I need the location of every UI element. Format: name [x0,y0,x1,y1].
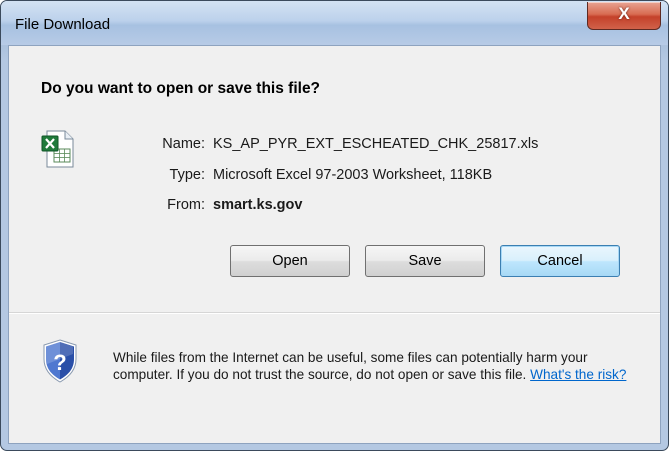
section-divider [9,312,660,314]
excel-file-icon [41,130,74,168]
type-label: Type: [169,167,205,183]
file-name-value: KS_AP_PYR_EXT_ESCHEATED_CHK_25817.xls [213,136,539,152]
file-download-dialog: File Download X Do you want to open or s… [0,0,669,451]
close-button[interactable]: X [587,2,661,30]
security-warning-text: While files from the Internet can be use… [113,349,633,383]
from-label: From: [167,197,205,213]
title-bar[interactable]: File Download X [1,1,668,45]
file-type-value: Microsoft Excel 97-2003 Worksheet, 118KB [213,167,493,183]
cancel-button[interactable]: Cancel [500,245,620,277]
name-label: Name: [162,136,205,152]
warning-message: While files from the Internet can be use… [113,350,588,382]
svg-text:?: ? [53,350,66,375]
whats-the-risk-link[interactable]: What's the risk? [530,367,626,382]
window-title: File Download [15,16,111,33]
close-icon: X [618,4,630,23]
dialog-heading: Do you want to open or save this file? [41,80,321,97]
save-button[interactable]: Save [365,245,485,277]
dialog-body: Do you want to open or save this file? N… [8,45,661,444]
shield-question-icon: ? [43,339,77,383]
open-button[interactable]: Open [230,245,350,277]
file-source-value: smart.ks.gov [213,197,303,213]
